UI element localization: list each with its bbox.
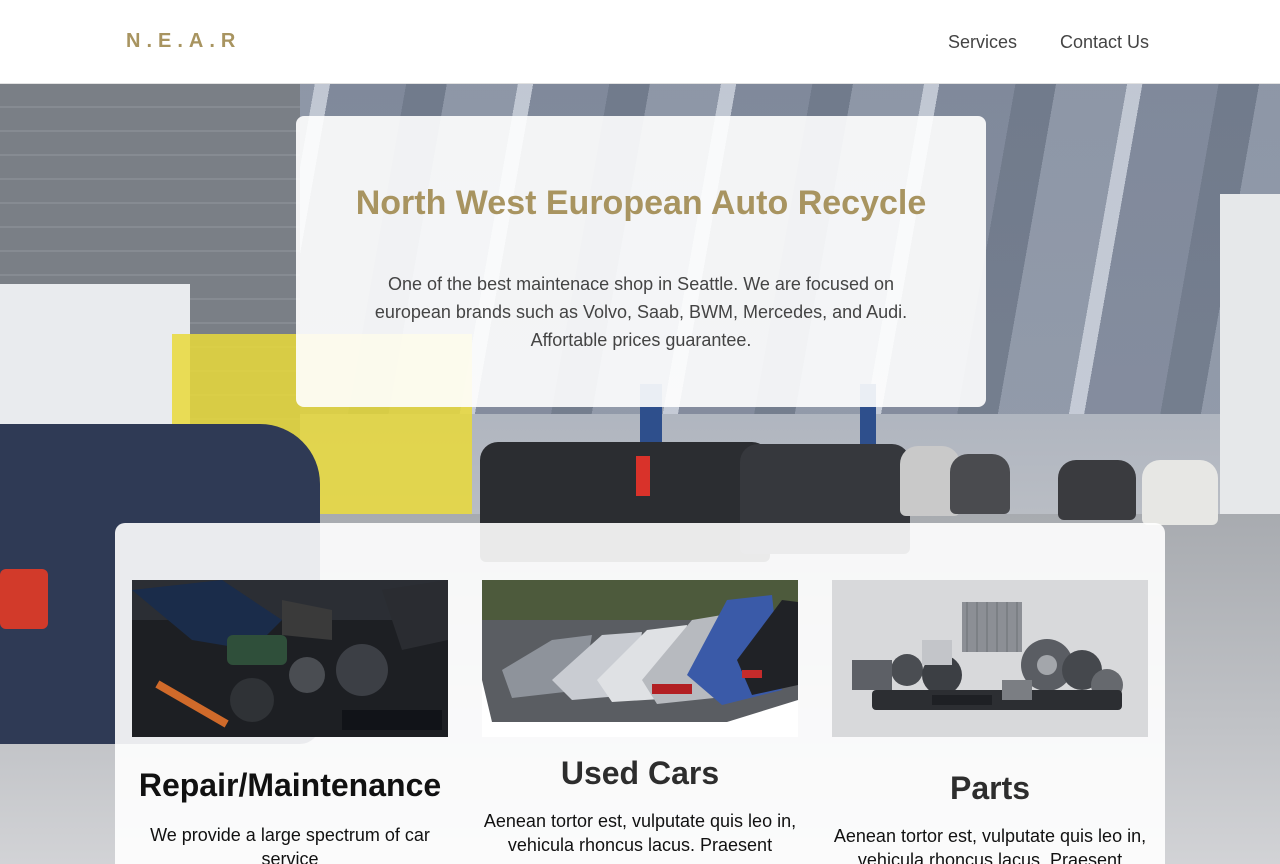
service-text-repair: We provide a large spectrum of car servi… xyxy=(150,825,430,864)
parked-cars-image xyxy=(482,580,798,737)
auto-parts-image xyxy=(832,580,1148,737)
intro-card: North West European Auto Recycle One of … xyxy=(296,116,986,407)
intro-title: North West European Auto Recycle xyxy=(355,184,927,222)
top-navbar: N.E.A.R Services Contact Us xyxy=(0,0,1280,84)
services-panel: Repair/Maintenance We provide a large sp… xyxy=(115,523,1165,864)
service-title-used-cars: Used Cars xyxy=(560,755,720,791)
service-text-parts: Aenean tortor est, vulputate quis leo in… xyxy=(833,826,1147,864)
car-shape xyxy=(1058,460,1136,520)
nav-link-services[interactable]: Services xyxy=(948,32,1017,53)
tail-light xyxy=(636,456,650,496)
service-title-repair: Repair/Maintenance xyxy=(138,767,442,803)
engine-repair-image xyxy=(132,580,448,737)
brand-logo-link[interactable]: N.E.A.R xyxy=(126,30,241,53)
tail-light xyxy=(0,569,48,629)
service-title-parts: Parts xyxy=(949,770,1031,806)
car-shape xyxy=(1142,460,1218,525)
service-text-used-cars: Aenean tortor est, vulputate quis leo in… xyxy=(483,811,797,855)
nav-link-contact-us[interactable]: Contact Us xyxy=(1060,32,1149,53)
intro-description: One of the best maintenace shop in Seatt… xyxy=(374,274,908,350)
car-shape xyxy=(950,454,1010,514)
